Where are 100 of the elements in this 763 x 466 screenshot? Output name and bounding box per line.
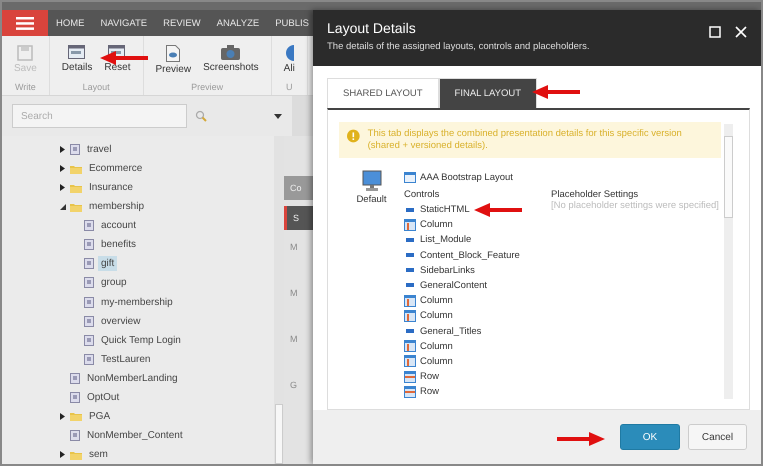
control-name: SidebarLinks: [420, 264, 475, 276]
page-icon: [70, 372, 80, 384]
tree-item[interactable]: TestLauren: [98, 352, 154, 367]
ribbon-group-label: U: [286, 82, 292, 94]
placeholder-note: [No placeholder settings were specified]: [551, 200, 719, 211]
device-label: Default: [356, 194, 387, 205]
field-label: G: [289, 379, 298, 392]
tree-item[interactable]: account: [98, 218, 140, 234]
tree-item[interactable]: travel: [84, 142, 114, 158]
tree-item[interactable]: OptOut: [84, 390, 122, 405]
maximize-icon[interactable]: [709, 26, 721, 38]
row-layout-icon: [404, 386, 416, 398]
expanded-arrow-icon[interactable]: [60, 204, 66, 210]
tree-item[interactable]: PGA: [86, 408, 114, 424]
ribbon-group-label: Write: [14, 82, 36, 94]
dialog-button[interactable]: Cancel: [688, 424, 747, 450]
layout-name: AAA Bootstrap Layout: [420, 172, 513, 183]
tree-item[interactable]: benefits: [98, 237, 140, 252]
ribbon-button[interactable]: Preview: [152, 36, 196, 82]
expand-arrow-icon[interactable]: [60, 165, 66, 172]
menu-icon: [16, 16, 34, 30]
control-name: Content_Block_Feature: [420, 250, 520, 261]
expand-arrow-icon[interactable]: [60, 146, 66, 154]
document-eye-icon: [166, 45, 180, 62]
folder-icon: [70, 450, 82, 460]
monitor-icon: [362, 170, 382, 192]
page-icon: [70, 144, 80, 156]
ribbon-button[interactable]: Ali: [280, 36, 299, 82]
scrollbar[interactable]: [724, 124, 733, 400]
field-label: M: [289, 241, 298, 254]
tree-item[interactable]: Insurance: [86, 180, 136, 196]
column-layout-icon: [404, 355, 416, 368]
tree-item[interactable]: NonMemberLanding: [84, 370, 181, 386]
arrow-annotation: [557, 432, 605, 446]
arrow-annotation: [474, 203, 522, 217]
dialog-title: Layout Details: [327, 20, 416, 36]
folder-icon: [70, 164, 82, 174]
notice-text: This tab displays the combined presentation details for this specific version (shared + versioned details).: [368, 128, 683, 152]
control-name: StaticHTML: [420, 204, 470, 216]
column-layout-icon: [404, 310, 416, 322]
expand-arrow-icon[interactable]: [60, 412, 66, 420]
nav-tab[interactable]: PUBLIS: [267, 10, 318, 36]
page-icon: [84, 334, 94, 346]
control-name: List_Module: [420, 234, 472, 246]
nav-tab[interactable]: ANALYZE: [208, 10, 268, 36]
close-icon[interactable]: [735, 26, 747, 38]
nav-tab[interactable]: HOME: [48, 10, 92, 36]
dropdown-caret-icon[interactable]: [274, 114, 282, 118]
tree-item[interactable]: NonMember_Content: [84, 428, 186, 443]
nav-tab[interactable]: REVIEW: [155, 10, 209, 36]
field-label: M: [289, 333, 298, 346]
warning-icon: [347, 128, 360, 144]
row-layout-icon: [404, 370, 416, 383]
placeholder-heading: Placeholder Settings: [551, 188, 640, 200]
control-name: Row: [420, 386, 440, 398]
tree-item[interactable]: sem: [86, 447, 111, 462]
dialog-subtitle: The details of the assigned layouts, controls and placeholders.: [327, 41, 590, 52]
tree-item[interactable]: Ecommerce: [86, 161, 146, 176]
ribbon-button[interactable]: Screenshots: [199, 36, 263, 82]
tab[interactable]: SHARED LAYOUT: [327, 78, 439, 108]
folder-icon: [70, 182, 82, 193]
column-layout-icon: [404, 218, 416, 231]
camera-icon: [221, 45, 240, 60]
controls-heading: Controls: [404, 188, 440, 200]
folder-icon: [70, 202, 82, 212]
tree-item[interactable]: gift: [98, 256, 118, 272]
tab[interactable]: FINAL LAYOUT: [438, 78, 538, 108]
menu-button[interactable]: [2, 10, 48, 36]
arrow-annotation: [100, 51, 148, 65]
ribbon-group-label: Preview: [191, 82, 224, 94]
folder-icon: [70, 411, 82, 422]
tree-item[interactable]: overview: [98, 314, 144, 329]
tree-item[interactable]: membership: [86, 199, 148, 214]
ribbon-button[interactable]: Details: [58, 36, 96, 82]
control-name: Column: [420, 310, 453, 322]
column-layout-icon: [404, 340, 416, 352]
page-icon: [70, 430, 80, 441]
tree-item[interactable]: group: [98, 275, 130, 290]
control-name: Column: [420, 295, 453, 306]
control-name: Row: [420, 371, 440, 382]
page-icon: [84, 258, 94, 270]
tree-item[interactable]: Quick Temp Login: [98, 332, 184, 348]
page-icon: [84, 296, 94, 308]
nav-tab[interactable]: NAVIGATE: [92, 10, 156, 36]
column-layout-icon: [404, 294, 416, 307]
page-icon: [84, 220, 94, 232]
page-icon: [84, 354, 94, 365]
page-icon: [84, 239, 94, 250]
expand-arrow-icon[interactable]: [60, 184, 66, 192]
expand-arrow-icon[interactable]: [60, 451, 66, 458]
tree-item[interactable]: my-membership: [98, 294, 176, 310]
scrollbar[interactable]: [274, 136, 284, 464]
arrow-annotation: [532, 85, 580, 99]
control-name: GeneralContent: [420, 280, 488, 291]
field-label: M: [289, 287, 298, 300]
window-icon: [68, 45, 86, 60]
globe-icon: [284, 45, 294, 61]
control-name: Column: [420, 340, 453, 352]
dialog-button[interactable]: OK: [620, 424, 680, 450]
search-field[interactable]: Search: [12, 104, 187, 128]
